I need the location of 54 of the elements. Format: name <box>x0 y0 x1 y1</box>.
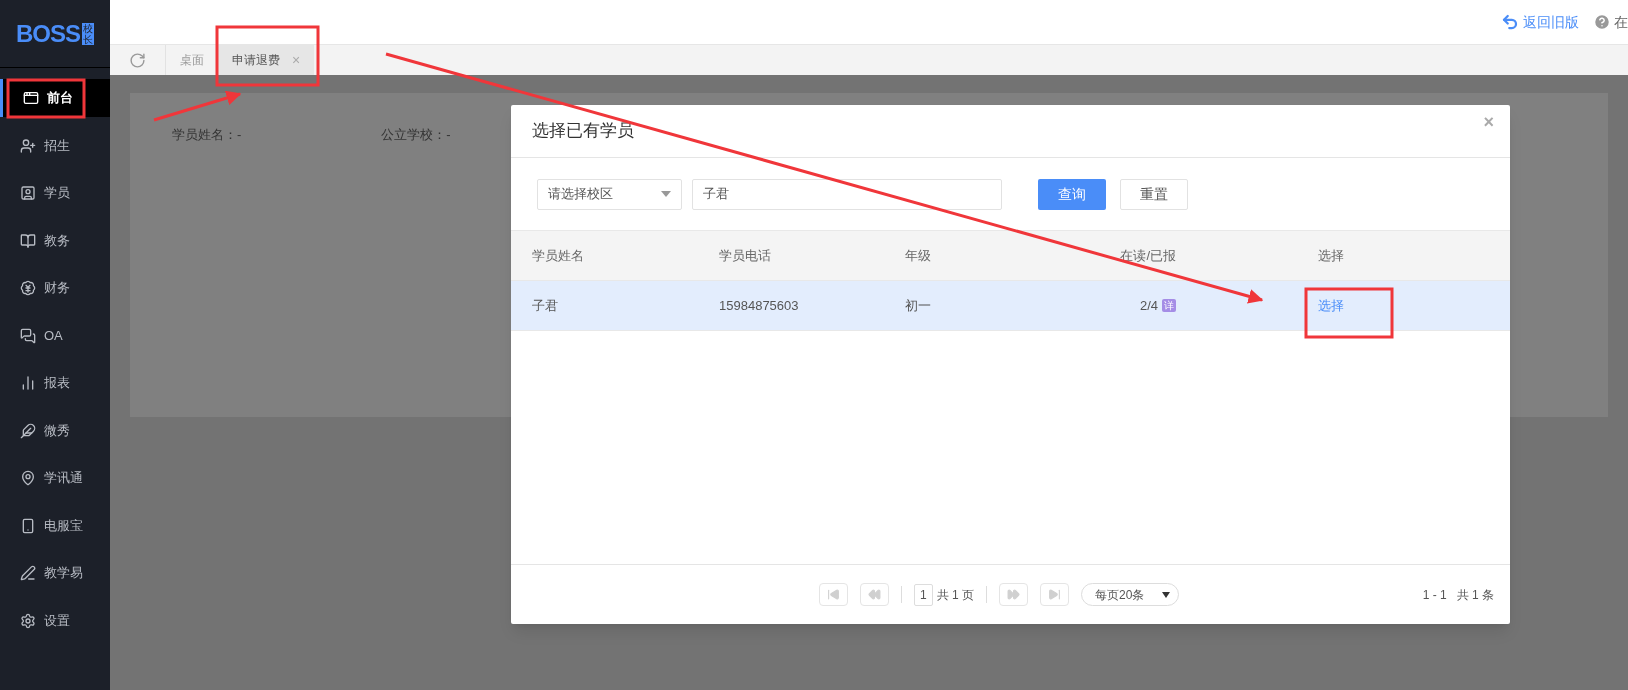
undo-icon <box>1501 13 1519 31</box>
column-header: 选择 <box>1317 246 1345 265</box>
caret-icon <box>1162 591 1171 598</box>
table-cell-text: 初一 <box>905 296 932 315</box>
caret-icon <box>661 191 671 197</box>
chat-icon <box>20 327 36 344</box>
sidebar-item[interactable]: OA <box>0 316 110 355</box>
feather-icon <box>20 422 36 439</box>
table-cell-text: 子君 <box>532 296 559 315</box>
info-field: 学员姓名：- <box>172 125 242 417</box>
next-page-icon <box>1007 588 1021 601</box>
dialog-title: 选择已有学员 <box>532 120 634 143</box>
phone-icon <box>20 517 36 534</box>
sidebar-item[interactable]: 设置 <box>0 601 110 640</box>
info-field: 公立学校：- <box>381 125 451 417</box>
reset-button[interactable]: 重置 <box>1120 178 1188 210</box>
refresh-icon <box>129 51 146 69</box>
logo-text: BOSS <box>16 18 80 49</box>
settings-icon <box>20 612 36 629</box>
table-cell-text: 2/4 <box>1139 296 1158 315</box>
column-header: 年级 <box>905 246 932 265</box>
table-cell-text: 15984875603 <box>719 296 800 315</box>
help-icon <box>1593 13 1611 31</box>
pin-icon <box>20 470 36 486</box>
tab[interactable]: 申请退费 × <box>218 45 315 75</box>
sidebar-item[interactable]: 学讯通 <box>0 459 110 497</box>
user-plus-icon <box>20 137 36 154</box>
pen-icon <box>20 565 36 581</box>
campus-select[interactable]: 请选择校区 <box>537 178 682 210</box>
sidebar-item[interactable]: 微秀 <box>0 411 110 450</box>
window-icon <box>23 90 39 106</box>
book-icon <box>20 232 36 249</box>
sidebar-item[interactable]: 招生 <box>0 126 110 165</box>
page-number-field[interactable]: 1 <box>914 583 933 606</box>
sidebar-item[interactable]: 教务 <box>0 221 110 260</box>
sidebar-item[interactable]: 教学易 <box>0 554 110 592</box>
record-summary: 1 - 1 共 1 条 <box>1422 587 1494 604</box>
sidebar-item[interactable]: 电服宝 <box>0 506 110 545</box>
search-field[interactable]: 子君 <box>692 178 1002 210</box>
logo-badge: 校长 <box>82 22 94 45</box>
sidebar-item[interactable]: 报表 <box>0 364 110 402</box>
sidebar-item[interactable]: 财务 <box>0 269 110 307</box>
column-header: 学员电话 <box>719 246 772 265</box>
column-header: 学员姓名 <box>532 246 585 265</box>
sidebar-item[interactable]: 学员 <box>0 174 110 212</box>
last-page-icon <box>1048 588 1062 601</box>
page-count: 共 1 页 <box>936 586 975 604</box>
help-link[interactable]: 在 <box>1593 11 1628 33</box>
user-card-icon <box>20 185 36 201</box>
yen-icon <box>20 280 36 296</box>
previous-page-icon <box>868 588 881 601</box>
first-page-icon <box>827 588 840 601</box>
bar-chart-icon <box>20 375 36 391</box>
column-header: 在读/已报 <box>1119 246 1177 265</box>
